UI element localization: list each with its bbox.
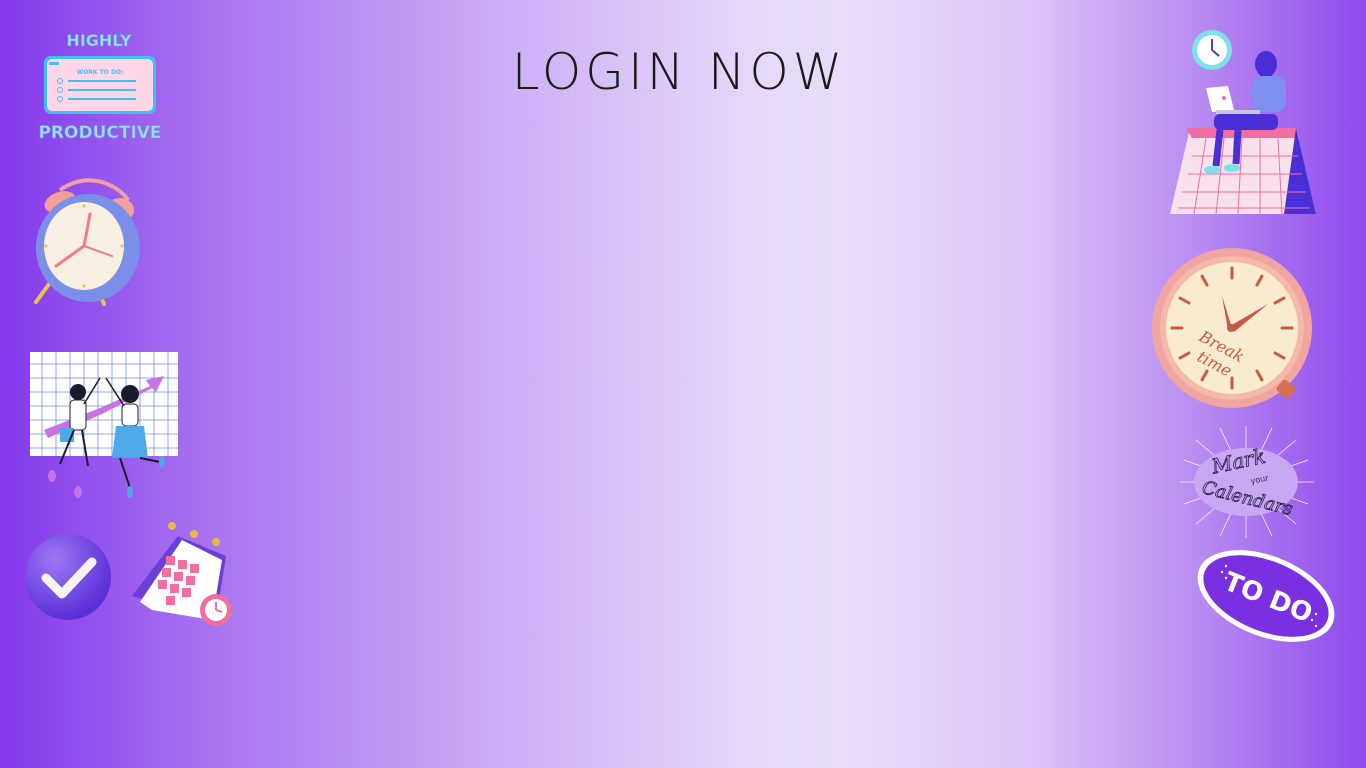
highly-text: HIGHLY [66,31,132,50]
calendar-clock-icon [130,518,238,632]
work-to-do-text: WORK TO DO: [77,69,124,76]
page-title: LOGIN NOW [511,43,847,101]
highly-productive-sticker: HIGHLY WORK TO DO: PRODUCTIVE [36,26,166,148]
checkmark-icon [24,532,114,622]
todo-badge: TO DO [1192,550,1340,644]
productive-text: PRODUCTIVE [38,123,161,143]
break-time-clock-icon: Break time [1150,246,1318,410]
teamwork-chart-illustration [30,352,180,500]
mark-your-calendars-sticker: Mark your Calendars [1176,424,1318,542]
alarm-clock-icon [30,176,145,308]
woman-on-calendar-illustration [1166,26,1320,218]
